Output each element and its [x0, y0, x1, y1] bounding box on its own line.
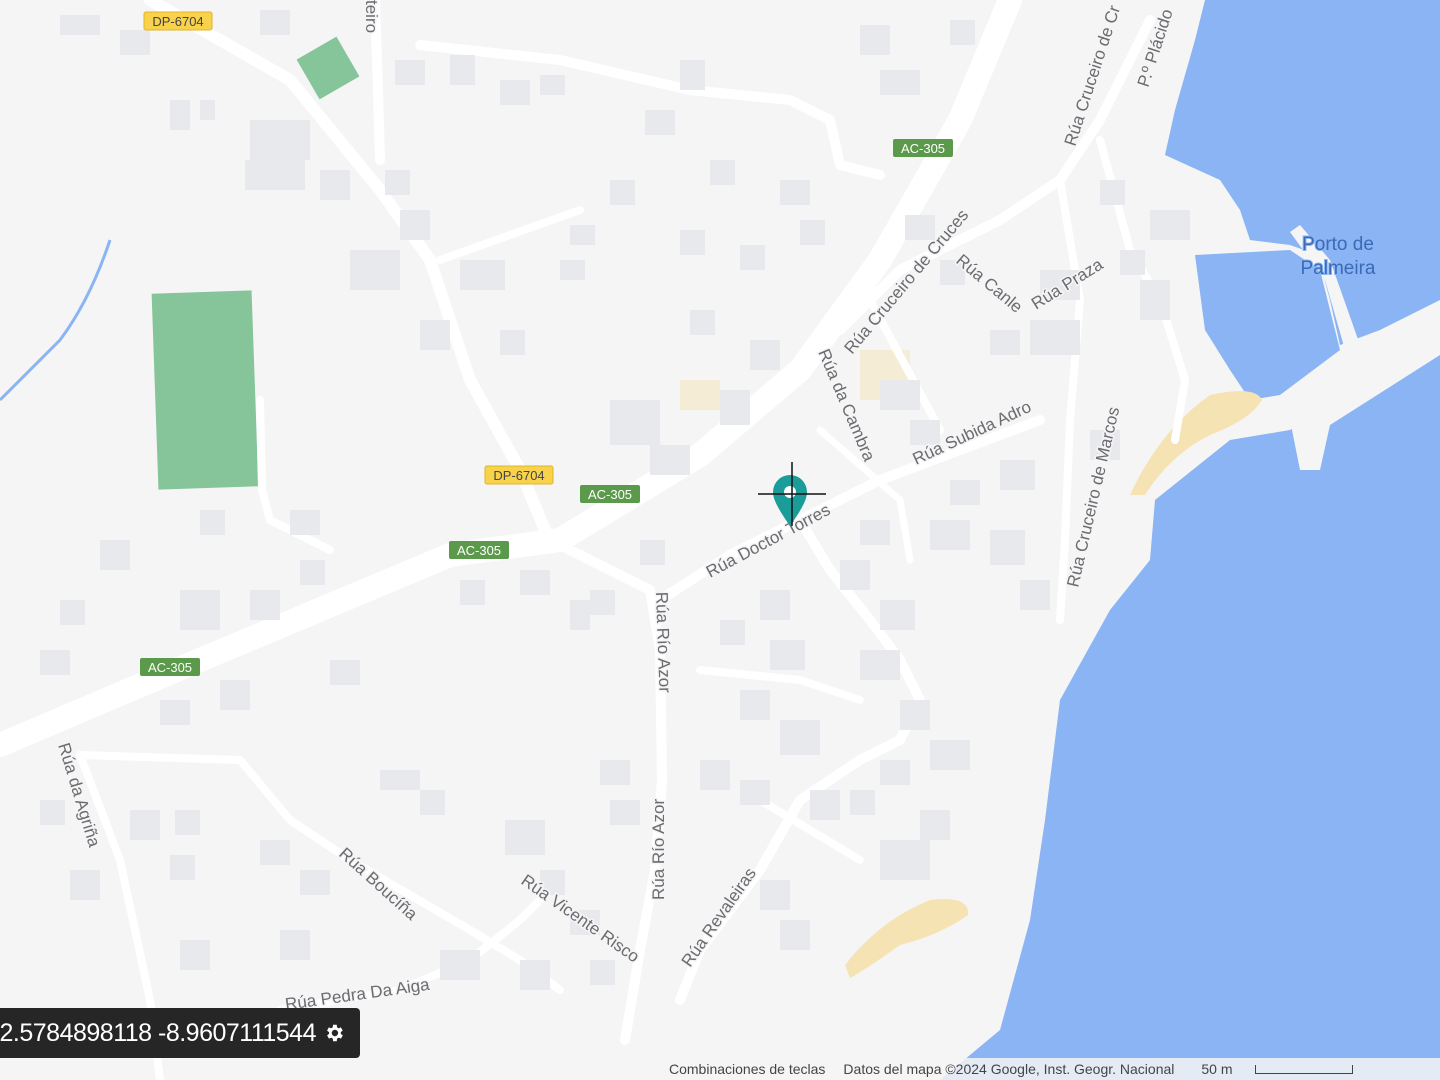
park-field — [151, 290, 259, 490]
road-badge-dp6704-top: DP-6704 — [143, 11, 213, 31]
scale-label: 50 m — [1201, 1061, 1233, 1077]
place-label-line1: Porto de — [1302, 234, 1374, 255]
place-label-line2: Palmeira — [1301, 258, 1376, 279]
scale-bar — [1254, 1064, 1353, 1074]
road-badge-label: DP-6704 — [152, 14, 203, 29]
beach-3 — [680, 380, 720, 410]
scale-control[interactable]: 50 m — [1192, 1061, 1361, 1077]
street-label-rio-azor-1: Rúa Río Azor — [652, 591, 675, 693]
coordinates-readout: 42.5784898118 -8.9607111544 — [0, 1018, 316, 1047]
road-badge-dp6704-mid: DP-6704 — [484, 465, 554, 485]
road-badge-ac305-4: AC-305 — [140, 658, 200, 676]
map-attribution-bar: Combinaciones de teclas Datos del mapa ©… — [660, 1058, 1440, 1080]
road-badge-ac305-1: AC-305 — [893, 139, 953, 157]
road-badge-label: AC-305 — [148, 660, 192, 675]
keyboard-shortcuts-link[interactable]: Combinaciones de teclas — [669, 1061, 825, 1077]
road-badge-label: AC-305 — [457, 543, 501, 558]
gear-icon[interactable] — [316, 1015, 352, 1051]
road-badge-ac305-2: AC-305 — [580, 485, 640, 503]
road-badge-label: AC-305 — [901, 141, 945, 156]
coordinates-panel: 42.5784898118 -8.9607111544 — [0, 1008, 360, 1058]
road-badge-ac305-3: AC-305 — [449, 541, 509, 559]
road-badge-label: DP-6704 — [493, 468, 544, 483]
map-data-attribution: Datos del mapa ©2024 Google, Inst. Geogr… — [843, 1061, 1175, 1077]
street-label-rio-azor-2: Rúa Río Azor — [649, 799, 668, 900]
street-label-teiro: teiro — [362, 0, 381, 33]
map-canvas[interactable]: DP-6704 DP-6704 AC-305 AC-305 AC-305 AC-… — [0, 0, 1440, 1080]
road-badge-label: AC-305 — [588, 487, 632, 502]
